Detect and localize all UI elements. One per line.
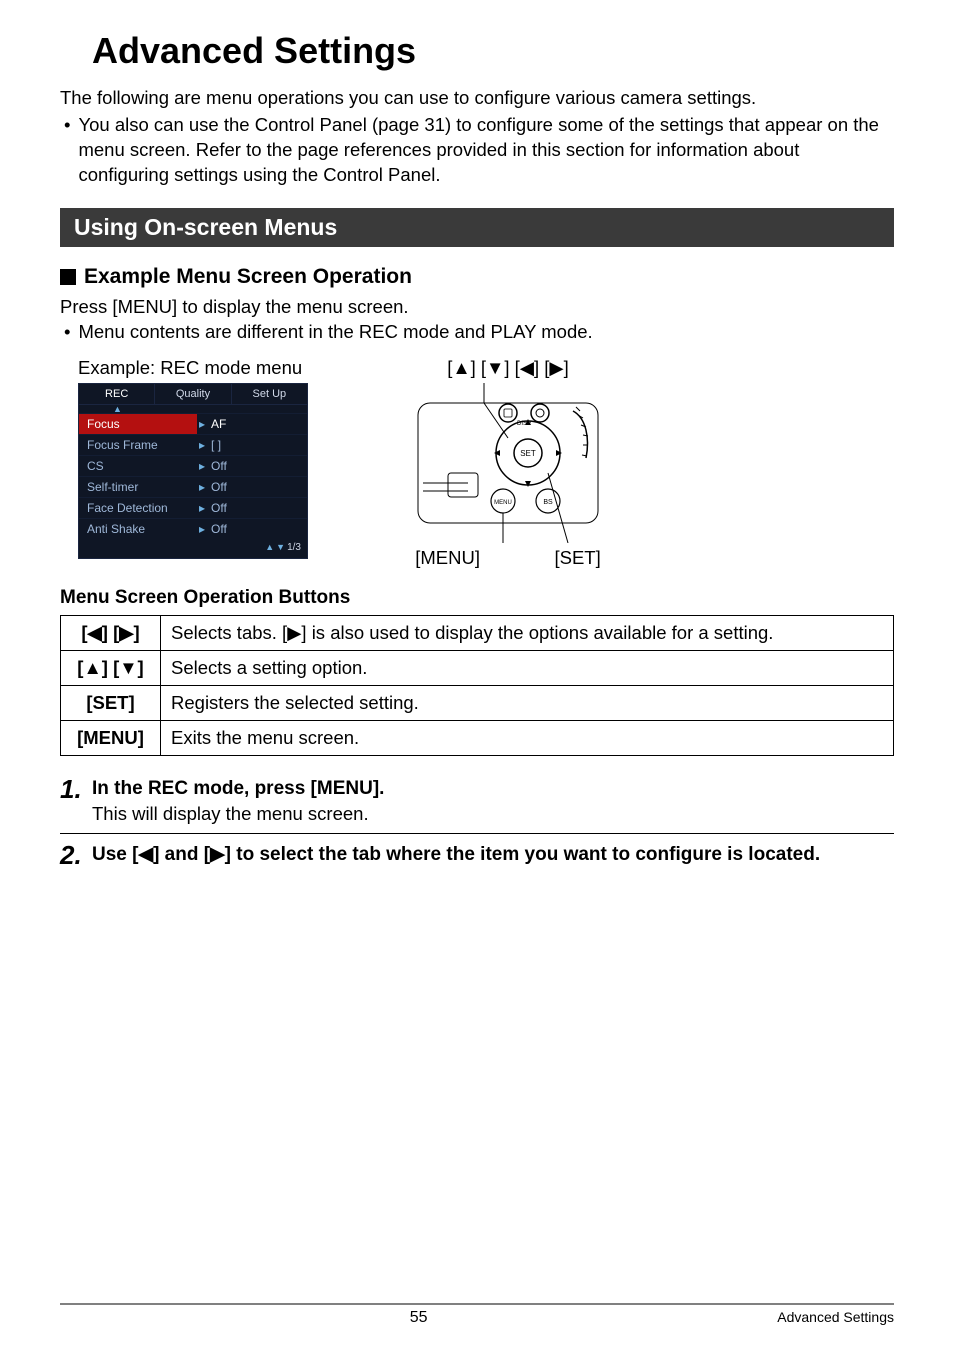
controller-set-label: [SET]	[554, 547, 600, 569]
rec-item-label: CS	[79, 456, 197, 476]
ops-desc-cell: Selects a setting option.	[161, 650, 894, 685]
svg-text:BS: BS	[543, 499, 553, 506]
rec-item-label: Focus Frame	[79, 435, 197, 455]
page-footer: 55 Advanced Settings	[60, 1303, 894, 1327]
right-arrow-icon: ▸	[197, 480, 207, 494]
rec-item-value: Off	[207, 477, 231, 497]
table-row: [MENU] Exits the menu screen.	[61, 720, 894, 755]
ops-btn-cell: [SET]	[61, 685, 161, 720]
rec-tab-setup: Set Up	[232, 384, 307, 404]
svg-text:MENU: MENU	[494, 500, 512, 506]
rec-pager-text: 1/3	[287, 542, 301, 553]
ops-desc-cell: Registers the selected setting.	[161, 685, 894, 720]
rec-menu-screenshot: REC Quality Set Up ▲ Focus ▸ AF Focus Fr…	[78, 383, 308, 559]
rec-item-label: Face Detection	[79, 498, 197, 518]
step-title: In the REC mode, press [MENU].	[92, 776, 894, 802]
menu-ops-heading: Menu Screen Operation Buttons	[60, 587, 894, 609]
step-number: 2.	[60, 842, 92, 868]
table-row: [SET] Registers the selected setting.	[61, 685, 894, 720]
step-title: Use [◀] and [▶] to select the tab where …	[92, 842, 894, 868]
down-arrow-icon: ▼	[276, 542, 285, 552]
ops-table: [◀] [▶] Selects tabs. [▶] is also used t…	[60, 615, 894, 756]
step-body: This will display the menu screen.	[92, 803, 894, 825]
right-arrow-icon: ▸	[197, 438, 207, 452]
step-2: 2. Use [◀] and [▶] to select the tab whe…	[60, 842, 894, 868]
ops-btn-cell: [◀] [▶]	[61, 615, 161, 650]
svg-text:DISP: DISP	[517, 421, 531, 427]
step-1: 1. In the REC mode, press [MENU]. This w…	[60, 776, 894, 826]
table-row: [▲] [▼] Selects a setting option.	[61, 650, 894, 685]
rec-pager: ▲ ▼ 1/3	[79, 539, 307, 558]
controller-caption: [▲] [▼] [◀] [▶]	[378, 357, 638, 379]
press-bullet-text: Menu contents are different in the REC m…	[78, 320, 592, 345]
rec-item-label: Self-timer	[79, 477, 197, 497]
ops-desc-cell: Exits the menu screen.	[161, 720, 894, 755]
page-title: Advanced Settings	[92, 30, 894, 72]
right-arrow-icon: ▸	[197, 417, 207, 431]
bullet-marker: •	[64, 320, 78, 345]
controller-menu-label: [MENU]	[415, 547, 480, 569]
sub-heading: Example Menu Screen Operation	[60, 265, 894, 289]
rec-item-value: AF	[207, 414, 230, 434]
footer-section: Advanced Settings	[777, 1309, 894, 1327]
rec-item-value: Off	[207, 498, 231, 518]
svg-text:SET: SET	[520, 449, 536, 458]
rec-item-self-timer: Self-timer ▸ Off	[79, 476, 307, 497]
intro-text: The following are menu operations you ca…	[60, 86, 894, 111]
rec-tab-quality: Quality	[155, 384, 230, 404]
camera-controller-icon: SET DISP MENU BS	[408, 383, 608, 543]
press-bullet: • Menu contents are different in the REC…	[64, 320, 894, 345]
example-rec-menu-block: Example: REC mode menu REC Quality Set U…	[78, 357, 308, 569]
rec-item-label: Focus	[79, 414, 197, 434]
section-heading-bar: Using On-screen Menus	[60, 208, 894, 247]
ops-btn-cell: [MENU]	[61, 720, 161, 755]
intro-bullet: • You also can use the Control Panel (pa…	[64, 113, 894, 188]
rec-item-value: [ ]	[207, 435, 225, 455]
rec-tab-rec: REC	[79, 384, 154, 404]
right-arrow-icon: ▸	[197, 459, 207, 473]
square-bullet-icon	[60, 269, 76, 285]
sub-heading-text: Example Menu Screen Operation	[84, 265, 412, 289]
right-arrow-icon: ▸	[197, 501, 207, 515]
up-arrow-icon: ▲	[265, 542, 274, 552]
controller-block: [▲] [▼] [◀] [▶] SET DISP MENU	[378, 357, 638, 569]
right-arrow-icon: ▸	[197, 522, 207, 536]
example-caption: Example: REC mode menu	[78, 357, 308, 379]
rec-item-focus-frame: Focus Frame ▸ [ ]	[79, 434, 307, 455]
press-text: Press [MENU] to display the menu screen.	[60, 295, 894, 320]
ops-desc-cell: Selects tabs. [▶] is also used to displa…	[161, 615, 894, 650]
rec-item-value: Off	[207, 519, 231, 539]
rec-item-anti-shake: Anti Shake ▸ Off	[79, 518, 307, 539]
rec-item-value: Off	[207, 456, 231, 476]
bullet-marker: •	[64, 113, 78, 188]
rec-item-face-detection: Face Detection ▸ Off	[79, 497, 307, 518]
intro-bullet-text: You also can use the Control Panel (page…	[78, 113, 894, 188]
step-number: 1.	[60, 776, 92, 826]
ops-btn-cell: [▲] [▼]	[61, 650, 161, 685]
table-row: [◀] [▶] Selects tabs. [▶] is also used t…	[61, 615, 894, 650]
step-separator	[60, 833, 894, 834]
rec-item-label: Anti Shake	[79, 519, 197, 539]
rec-item-focus: Focus ▸ AF	[79, 413, 307, 434]
rec-tab-indicator-icon: ▲	[79, 405, 307, 413]
rec-item-cs: CS ▸ Off	[79, 455, 307, 476]
page-number: 55	[60, 1309, 777, 1327]
